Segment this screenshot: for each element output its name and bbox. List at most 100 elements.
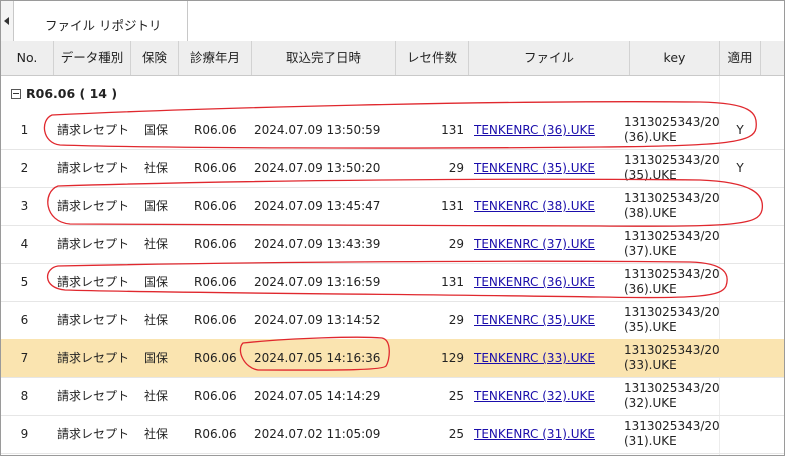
cell-data-type: 請求レセプト [57, 161, 130, 175]
key-line-2: (31).UKE [624, 434, 677, 448]
cell-month: R06.06 [194, 237, 237, 251]
cell-count: 25 [448, 389, 464, 403]
cell-key: 1313025343/202…(32).UKE [624, 377, 719, 415]
table-row[interactable]: 4 請求レセプト 社保 R06.06 2024.07.09 13:43:39 2… [1, 225, 784, 264]
table-row[interactable]: 9 請求レセプト 社保 R06.06 2024.07.02 11:05:09 2… [1, 415, 784, 454]
cell-apply [734, 263, 746, 301]
cell-datetime: 2024.07.02 11:05:09 [254, 427, 381, 441]
table-row-selected[interactable]: 7 請求レセプト 国保 R06.06 2024.07.05 14:16:36 1… [1, 339, 784, 378]
cell-month: R06.06 [194, 427, 237, 441]
cell-datetime: 2024.07.09 13:14:52 [254, 313, 381, 327]
cell-no: 5 [20, 275, 29, 289]
cell-apply [734, 377, 746, 415]
cell-month: R06.06 [194, 123, 237, 137]
tab-label: ファイル リポジトリ [45, 18, 162, 33]
key-line-2: (36).UKE [624, 130, 677, 144]
cell-count: 129 [441, 351, 464, 365]
collapse-minus-icon[interactable] [11, 89, 21, 99]
key-line-2: (35).UKE [624, 168, 677, 182]
col-header-receipt-count[interactable]: レセ件数 [396, 41, 469, 75]
cell-no: 6 [20, 313, 29, 327]
col-header-apply[interactable]: 適用 [720, 41, 761, 75]
key-line-1: 1313025343/202… [624, 229, 719, 243]
cell-count: 131 [441, 199, 464, 213]
caret-left-icon [4, 17, 9, 25]
cell-apply [734, 187, 746, 225]
tab-scroll-left-button[interactable] [1, 1, 14, 41]
file-link[interactable]: TENKENRC (37).UKE [474, 225, 624, 263]
col-header-treatment-month[interactable]: 診療年月 [179, 41, 252, 75]
cell-key: 1313025343/202…(33).UKE [624, 339, 719, 377]
cell-apply: Y [736, 123, 744, 137]
col-header-no[interactable]: No. [1, 41, 54, 75]
file-link[interactable]: TENKENRC (38).UKE [474, 187, 624, 225]
cell-key: 1313025343/202…(37).UKE [624, 225, 719, 263]
cell-count: 131 [441, 123, 464, 137]
cell-insurance: 国保 [144, 275, 169, 289]
tab-file-repository[interactable]: ファイル リポジトリ [14, 1, 188, 41]
cell-datetime: 2024.07.09 13:16:59 [254, 275, 381, 289]
cell-apply [734, 225, 746, 263]
cell-key: 1313025343/202…(36).UKE [624, 111, 719, 149]
col-header-data-type[interactable]: データ種別 [54, 41, 131, 75]
cell-data-type: 請求レセプト [57, 237, 130, 251]
cell-no: 7 [20, 351, 29, 365]
table-row[interactable]: 5 請求レセプト 国保 R06.06 2024.07.09 13:16:59 1… [1, 263, 784, 302]
key-line-1: 1313025343/202… [624, 305, 719, 319]
key-line-1: 1313025343/202… [624, 115, 719, 129]
cell-data-type: 請求レセプト [57, 313, 130, 327]
cell-insurance: 社保 [144, 313, 169, 327]
cell-apply [734, 301, 746, 339]
key-line-1: 1313025343/202… [624, 267, 719, 281]
cell-no: 4 [20, 237, 29, 251]
cell-datetime: 2024.07.05 14:14:29 [254, 389, 381, 403]
table-row[interactable]: 1 請求レセプト 国保 R06.06 2024.07.09 13:50:59 1… [1, 111, 784, 150]
cell-data-type: 請求レセプト [57, 123, 130, 137]
cell-insurance: 国保 [144, 123, 169, 137]
cell-datetime: 2024.07.09 13:50:20 [254, 161, 381, 175]
col-header-file[interactable]: ファイル [469, 41, 630, 75]
cell-datetime: 2024.07.09 13:50:59 [254, 123, 381, 137]
file-link[interactable]: TENKENRC (33).UKE [474, 339, 624, 377]
cell-data-type: 請求レセプト [57, 389, 130, 403]
cell-no: 1 [20, 123, 29, 137]
cell-month: R06.06 [194, 199, 237, 213]
key-line-2: (32).UKE [624, 396, 677, 410]
key-line-1: 1313025343/202… [624, 343, 719, 357]
col-header-key[interactable]: key [630, 41, 720, 75]
cell-month: R06.06 [194, 389, 237, 403]
file-link[interactable]: TENKENRC (32).UKE [474, 377, 624, 415]
table-row[interactable]: 2 請求レセプト 社保 R06.06 2024.07.09 13:50:20 2… [1, 149, 784, 188]
table-row[interactable]: 6 請求レセプト 社保 R06.06 2024.07.09 13:14:52 2… [1, 301, 784, 340]
cell-datetime: 2024.07.09 13:45:47 [254, 199, 381, 213]
table-row[interactable]: 8 請求レセプト 社保 R06.06 2024.07.05 14:14:29 2… [1, 377, 784, 416]
key-line-2: (38).UKE [624, 206, 677, 220]
file-link[interactable]: TENKENRC (31).UKE [474, 415, 624, 453]
cell-data-type: 請求レセプト [57, 199, 130, 213]
col-header-import-datetime[interactable]: 取込完了日時 [252, 41, 396, 75]
cell-data-type: 請求レセプト [57, 275, 130, 289]
cell-datetime: 2024.07.09 13:43:39 [254, 237, 381, 251]
cell-no: 3 [20, 199, 29, 213]
col-header-insurance[interactable]: 保険 [131, 41, 179, 75]
cell-key: 1313025343/202…(36).UKE [624, 263, 719, 301]
table-header: No. データ種別 保険 診療年月 取込完了日時 レセ件数 ファイル key 適… [1, 41, 784, 76]
cell-insurance: 社保 [144, 237, 169, 251]
file-link[interactable]: TENKENRC (35).UKE [474, 149, 624, 187]
key-line-1: 1313025343/202… [624, 381, 719, 395]
cell-month: R06.06 [194, 313, 237, 327]
group-header[interactable]: R06.06 ( 14 ) [1, 76, 784, 111]
file-link[interactable]: TENKENRC (36).UKE [474, 263, 624, 301]
cell-no: 9 [20, 427, 29, 441]
file-link[interactable]: TENKENRC (35).UKE [474, 301, 624, 339]
cell-insurance: 国保 [144, 199, 169, 213]
cell-insurance: 社保 [144, 427, 169, 441]
file-link[interactable]: TENKENRC (36).UKE [474, 111, 624, 149]
key-line-1: 1313025343/202… [624, 191, 719, 205]
key-line-2: (37).UKE [624, 244, 677, 258]
cell-month: R06.06 [194, 275, 237, 289]
cell-key: 1313025343/202…(38).UKE [624, 187, 719, 225]
key-line-1: 1313025343/202… [624, 153, 719, 167]
cell-key: 1313025343/202…(35).UKE [624, 301, 719, 339]
table-row[interactable]: 3 請求レセプト 国保 R06.06 2024.07.09 13:45:47 1… [1, 187, 784, 226]
